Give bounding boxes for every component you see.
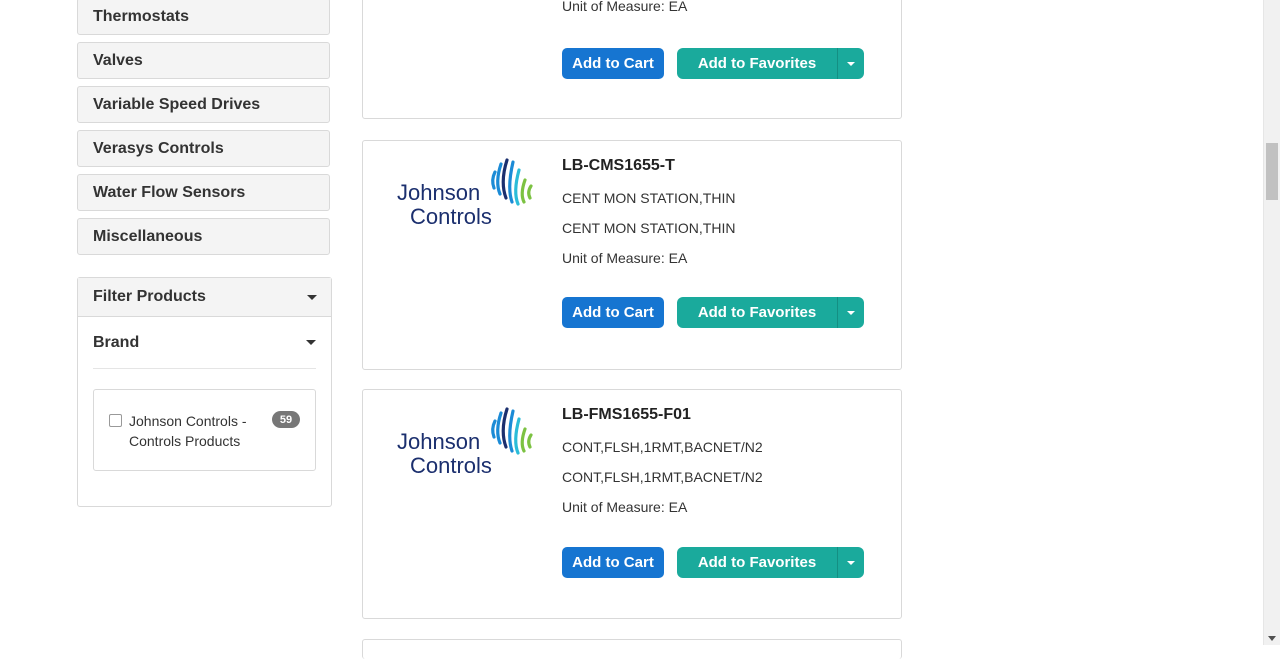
filter-products-title: Filter Products xyxy=(93,288,206,305)
unit-of-measure: Unit of Measure: EA xyxy=(562,499,688,515)
johnson-controls-logo: Johnson Controls xyxy=(397,407,533,477)
category-label: Miscellaneous xyxy=(93,227,203,245)
category-variable-speed-drives[interactable]: Variable Speed Drives xyxy=(77,86,330,123)
add-to-cart-button[interactable]: Add to Cart xyxy=(562,547,664,578)
product-description-long: CENT MON STATION,THIN xyxy=(562,220,736,236)
logo-text-johnson: Johnson xyxy=(397,180,480,205)
brand-checkbox[interactable] xyxy=(109,414,122,427)
caret-down-icon xyxy=(847,310,855,315)
logo-text-controls: Controls xyxy=(410,453,492,477)
category-water-flow-sensors[interactable]: Water Flow Sensors xyxy=(77,174,330,211)
product-card: Johnson Controls LB-CMS1655-T CENT MON S… xyxy=(362,140,902,370)
category-label: Thermostats xyxy=(93,7,190,25)
page-scrollbar[interactable] xyxy=(1263,0,1280,645)
favorites-dropdown-button[interactable] xyxy=(837,297,864,328)
product-sku[interactable]: LB-CMS1655-T xyxy=(562,157,675,175)
johnson-controls-logo: Johnson Controls xyxy=(397,158,533,228)
johnson-controls-logo: Controls xyxy=(396,0,536,1)
unit-of-measure: Unit of Measure: EA xyxy=(562,0,688,14)
caret-down-icon xyxy=(847,61,855,66)
category-label: Water Flow Sensors xyxy=(93,183,246,201)
caret-down-icon xyxy=(307,294,317,300)
product-card: Johnson Controls LB-FMS1655-F01 CONT,FLS… xyxy=(362,389,902,619)
filter-products-toggle[interactable]: Filter Products xyxy=(78,278,331,317)
add-to-favorites-button[interactable]: Add to Favorites xyxy=(677,547,837,578)
scrollbar-thumb[interactable] xyxy=(1266,143,1278,200)
logo-text-johnson: Johnson xyxy=(397,429,480,454)
product-description-long: CONT,FLSH,1RMT,BACNET/N2 xyxy=(562,469,763,485)
add-to-cart-button[interactable]: Add to Cart xyxy=(562,48,664,79)
category-valves[interactable]: Valves xyxy=(77,42,330,79)
category-thermostats[interactable]: Thermostats xyxy=(77,0,330,35)
product-description: CONT,FLSH,1RMT,BACNET/N2 xyxy=(562,439,763,455)
product-description: CENT MON STATION,THIN xyxy=(562,190,736,206)
scroll-down-arrow-icon[interactable] xyxy=(1268,636,1276,641)
brand-toggle[interactable]: Brand xyxy=(93,317,316,369)
category-label: Verasys Controls xyxy=(93,139,224,157)
product-card: Controls Unit of Measure: EA Add to Cart… xyxy=(362,0,902,119)
caret-down-icon xyxy=(847,560,855,565)
product-card xyxy=(362,639,902,659)
category-label: Valves xyxy=(93,51,143,69)
category-verasys-controls[interactable]: Verasys Controls xyxy=(77,130,330,167)
favorites-dropdown-button[interactable] xyxy=(837,48,864,79)
unit-of-measure: Unit of Measure: EA xyxy=(562,250,688,266)
brand-options: Johnson Controls - Controls Products 59 xyxy=(93,389,316,471)
product-sku[interactable]: LB-FMS1655-F01 xyxy=(562,406,691,424)
filter-panel: Filter Products Brand Johnson Controls -… xyxy=(77,277,332,507)
category-label: Variable Speed Drives xyxy=(93,95,261,113)
add-to-favorites-button[interactable]: Add to Favorites xyxy=(677,48,837,79)
add-to-cart-button[interactable]: Add to Cart xyxy=(562,297,664,328)
favorites-dropdown-button[interactable] xyxy=(837,547,864,578)
add-to-favorites-button[interactable]: Add to Favorites xyxy=(677,297,837,328)
category-miscellaneous[interactable]: Miscellaneous xyxy=(77,218,330,255)
logo-text-controls: Controls xyxy=(410,204,492,228)
caret-down-icon xyxy=(306,340,316,345)
brand-count-badge: 59 xyxy=(272,411,300,428)
brand-option-label[interactable]: Johnson Controls - Controls Products xyxy=(129,411,259,451)
brand-title: Brand xyxy=(93,333,140,351)
